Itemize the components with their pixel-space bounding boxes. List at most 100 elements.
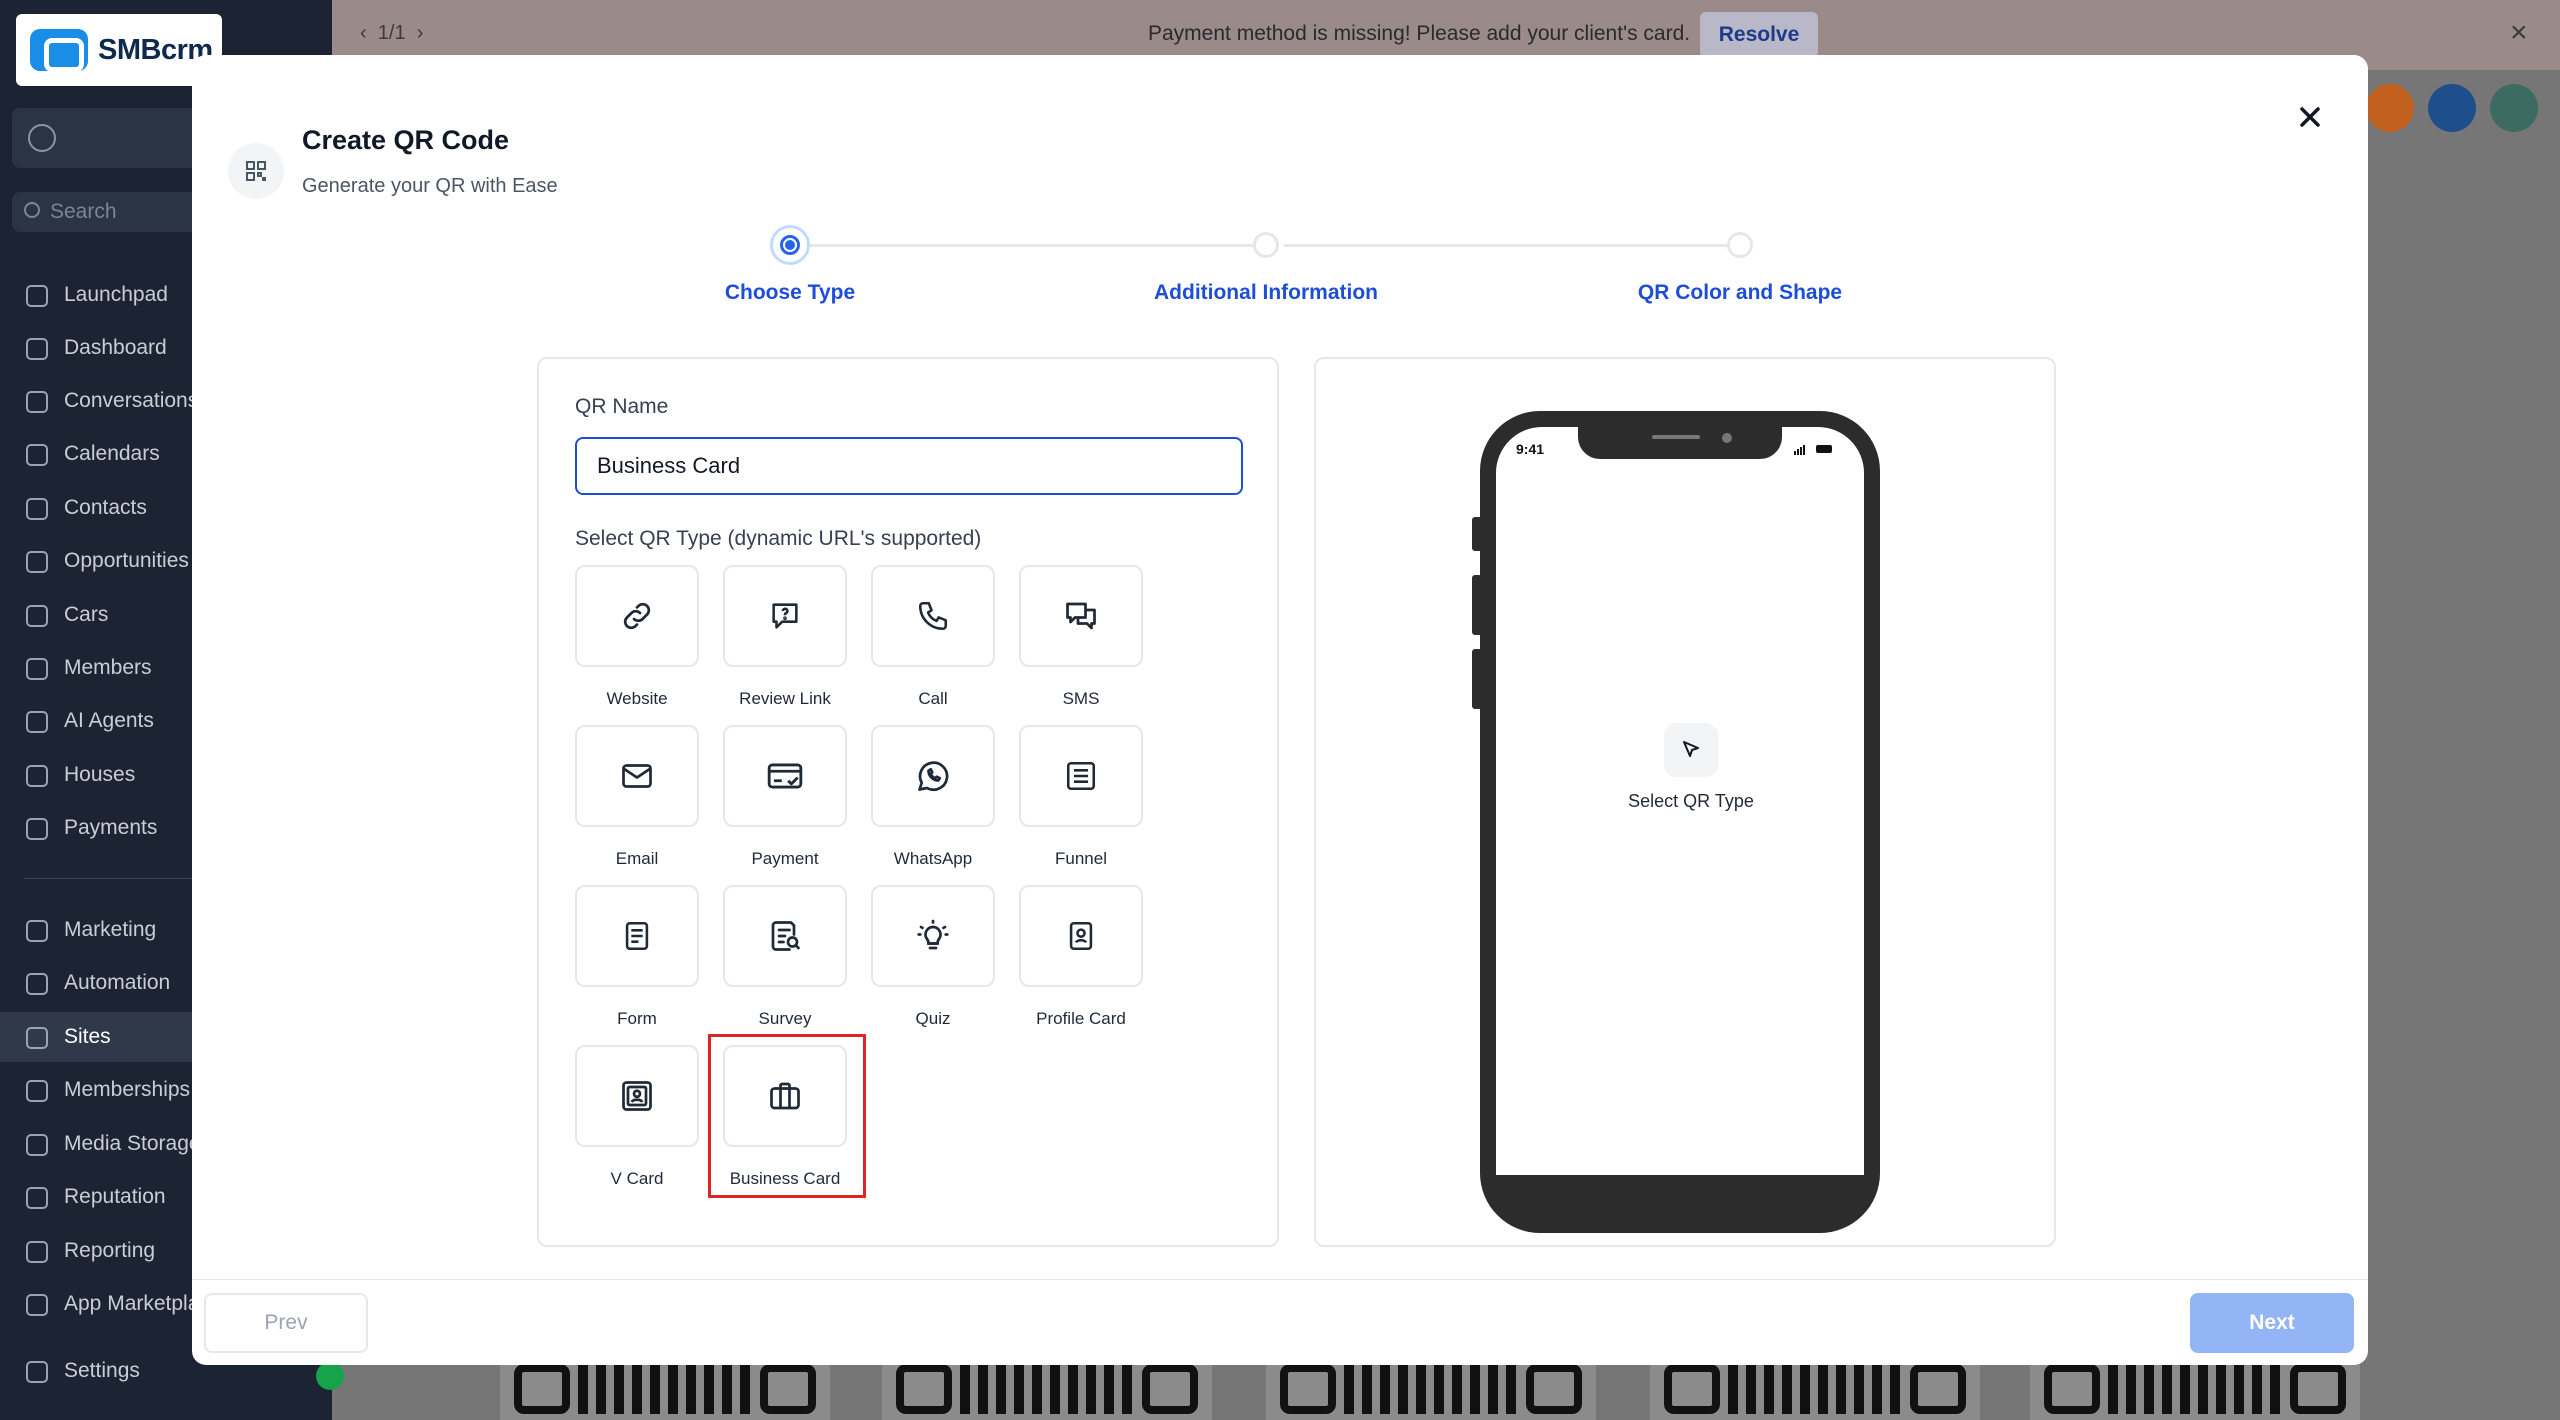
sidebar-item-label: Opportunities [64, 549, 189, 572]
phone-icon [918, 601, 948, 631]
grid-icon [26, 338, 48, 360]
next-button[interactable]: Next [2190, 1293, 2354, 1353]
review-icon [772, 603, 798, 629]
close-icon[interactable] [2292, 99, 2328, 135]
qr-type-call[interactable] [871, 565, 995, 667]
qr-type-email[interactable] [575, 725, 699, 827]
qr-type-label: Select QR Type (dynamic URL's supported) [575, 527, 982, 550]
qr-type-label-form: Form [617, 1009, 657, 1028]
step-label-qr-color-shape[interactable]: QR Color and Shape [1580, 281, 1900, 305]
step-label-additional-info[interactable]: Additional Information [1106, 281, 1426, 305]
qr-preview-panel: 9:41 Select QR Type [1314, 357, 2056, 1247]
notification-bell-icon[interactable] [2366, 84, 2414, 132]
selected-type-highlight [708, 1034, 866, 1198]
qr-type-label-website: Website [606, 689, 668, 708]
sidebar-item-label: Memberships [64, 1078, 191, 1101]
sidebar-item-label: Automation [64, 971, 171, 994]
qr-type-funnel[interactable] [1019, 725, 1143, 827]
qr-type-survey[interactable] [723, 885, 847, 987]
qr-type-label-quiz: Quiz [915, 1009, 951, 1028]
qr-type-v-card[interactable] [575, 1045, 699, 1147]
qr-type-panel: QR Name Select QR Type (dynamic URL's su… [537, 357, 1279, 1247]
star-icon [26, 1187, 48, 1209]
signal-battery-icon [1794, 445, 1832, 455]
step-indicator-additional-info[interactable] [1253, 232, 1279, 258]
sidebar-item-label: Settings [64, 1359, 140, 1382]
sidebar-item-label: Conversations [64, 389, 199, 412]
box-icon [26, 605, 48, 627]
sidebar-item-label: Launchpad [64, 283, 168, 306]
qr-type-label-email: Email [615, 849, 659, 868]
rocket-icon [26, 285, 48, 307]
chat-icon [26, 391, 48, 413]
qr-type-label-sms: SMS [1062, 689, 1100, 708]
step-indicator-qr-color-shape[interactable] [1727, 232, 1753, 258]
prev-button[interactable]: Prev [204, 1293, 368, 1353]
qr-type-form[interactable] [575, 885, 699, 987]
receipt-icon [26, 818, 48, 840]
sidebar-item-label: Media Storage [64, 1132, 201, 1155]
step-indicator-choose-type[interactable] [770, 225, 810, 265]
sidebar-item-label: Members [64, 656, 152, 679]
box-icon [26, 658, 48, 680]
contacts-icon [26, 498, 48, 520]
create-qr-modal: Create QR Code Generate your QR with Eas… [192, 55, 2368, 1365]
sidebar-item-label: Reputation [64, 1185, 166, 1208]
sidebar-collapse-button[interactable] [316, 1362, 344, 1390]
link-icon [623, 602, 651, 630]
resolve-button[interactable]: Resolve [1700, 12, 1818, 58]
banner-pager[interactable]: ‹ 1/1 › [360, 22, 423, 45]
phone-notch [1578, 411, 1782, 459]
qr-type-label-payment: Payment [751, 849, 819, 868]
sidebar-item-label: Sites [64, 1025, 111, 1048]
step-label-choose-type[interactable]: Choose Type [630, 281, 950, 305]
qr-thumbnail [1650, 1358, 1980, 1420]
phone-time: 9:41 [1516, 441, 1545, 457]
chart-icon [26, 1241, 48, 1263]
form-icon [625, 921, 649, 951]
stepper-connector [1284, 244, 1728, 247]
funnel-icon [26, 551, 48, 573]
qr-type-label-review-link: Review Link [739, 689, 831, 708]
banner-pager-text: 1/1 [377, 22, 406, 44]
help-icon[interactable] [2428, 84, 2476, 132]
qr-name-label: QR Name [575, 395, 669, 418]
logo-mark-icon [30, 29, 88, 72]
modal-title: Create QR Code [302, 125, 510, 155]
modal-subtitle: Generate your QR with Ease [302, 175, 558, 197]
phone-side-button [1472, 575, 1482, 635]
qr-thumbnail [1266, 1358, 1596, 1420]
search-placeholder: Search [50, 200, 117, 223]
apps-icon [26, 1294, 48, 1316]
qr-type-label-v-card: V Card [610, 1169, 664, 1188]
sidebar-item-label: Contacts [64, 496, 147, 519]
home-icon [26, 765, 48, 787]
qr-type-payment[interactable] [723, 725, 847, 827]
qr-name-input[interactable] [575, 437, 1243, 495]
qr-type-label-funnel: Funnel [1055, 849, 1107, 868]
gear-icon [26, 1361, 48, 1383]
qr-thumbnail [882, 1358, 1212, 1420]
qr-type-sms[interactable] [1019, 565, 1143, 667]
stepper-connector [810, 244, 1254, 247]
qr-type-label-survey: Survey [758, 1009, 812, 1028]
card-icon [767, 763, 803, 789]
badge-icon [26, 1080, 48, 1102]
vcard-icon [622, 1081, 652, 1111]
qr-type-review-link[interactable] [723, 565, 847, 667]
qr-type-profile-card[interactable] [1019, 885, 1143, 987]
qr-type-quiz[interactable] [871, 885, 995, 987]
qr-thumbnail [500, 1358, 830, 1420]
phone-side-button [1472, 517, 1482, 551]
qr-type-whatsapp[interactable] [871, 725, 995, 827]
qr-type-website[interactable] [575, 565, 699, 667]
banner-close-icon[interactable]: × [2510, 18, 2528, 48]
sms-icon [1066, 602, 1096, 630]
user-avatar[interactable] [2490, 84, 2538, 132]
mail-icon [622, 764, 652, 788]
qr-type-label-call: Call [918, 689, 948, 708]
profile-card-icon [1069, 921, 1093, 951]
sidebar-item-label: Calendars [64, 442, 160, 465]
sidebar-item-label: Houses [64, 763, 136, 786]
user-icon [28, 124, 56, 152]
